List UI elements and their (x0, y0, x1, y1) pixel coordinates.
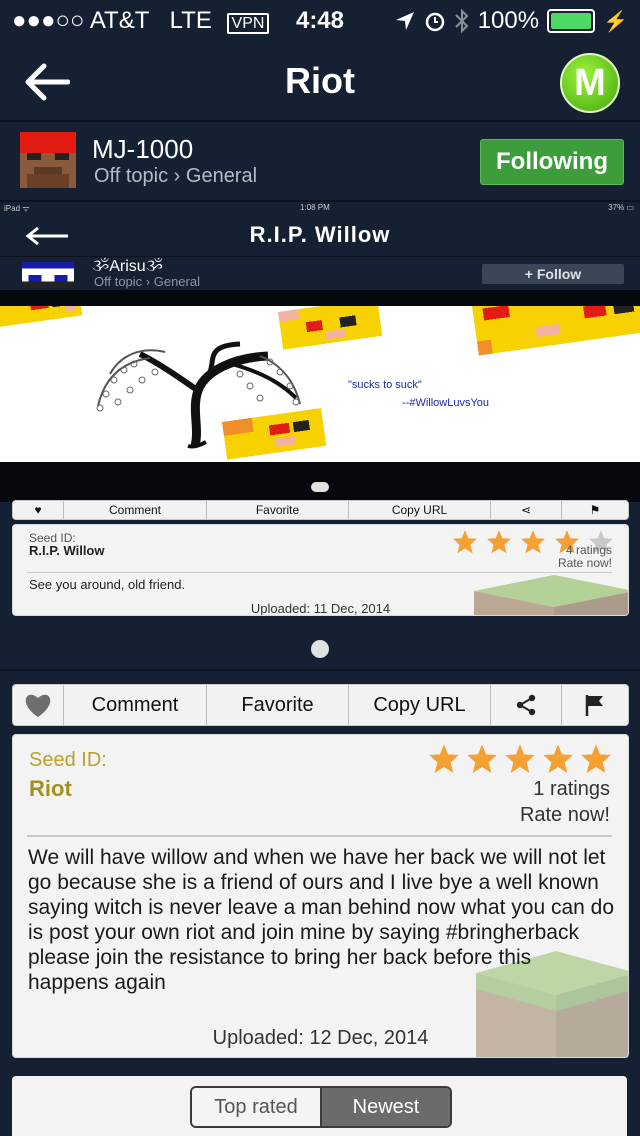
star-icon (521, 530, 545, 554)
embedded-grass-block-icon (474, 575, 628, 615)
seed-id-label: Seed ID: (29, 749, 107, 771)
top-rated-tab[interactable]: Top rated (192, 1088, 320, 1126)
willow-tree-graphic: "sucks to suck" --#WillowLuvsYou (0, 306, 640, 460)
divider (27, 572, 612, 573)
following-button[interactable]: Following (480, 139, 624, 185)
star-icon (581, 744, 611, 773)
battery-icon (547, 9, 596, 33)
post-author-row: MJ-1000 Off topic › General Following (0, 122, 640, 200)
share-button[interactable] (491, 685, 562, 725)
charging-icon: ⚡ (603, 10, 628, 33)
embedded-title: R.I.P. Willow (249, 222, 391, 247)
star-icon (453, 530, 477, 554)
breadcrumb[interactable]: Off topic › General (94, 165, 257, 188)
favorite-button[interactable]: Favorite (207, 685, 349, 725)
status-right: 100% ⚡ (394, 7, 628, 35)
divider (0, 669, 640, 671)
sort-segmented-control: Top rated Newest (190, 1086, 452, 1128)
seed-title: Riot (29, 776, 72, 801)
author-name[interactable]: MJ-1000 (92, 134, 193, 165)
image-caption-2: --#WillowLuvsYou (402, 397, 489, 409)
embedded-rate-now: Rate now! (557, 556, 612, 570)
status-bar: ●●●○○ AT&T LTE VPN 4:48 100% ⚡ (0, 0, 640, 40)
embedded-description: See you around, old friend. (29, 577, 186, 592)
embedded-screenshot: iPad ᯤ 1:08 PM 37% ▭ R.I.P. Willow ૐAris… (0, 202, 640, 628)
embedded-status-bar: iPad ᯤ 1:08 PM 37% ▭ (0, 202, 640, 214)
embedded-nav-bar: R.I.P. Willow (0, 214, 640, 256)
embedded-comment-button: Comment (64, 501, 207, 519)
star-icon (487, 530, 511, 554)
embedded-copy-url-button: Copy URL (349, 501, 491, 519)
embedded-battery: 37% ▭ (608, 203, 634, 212)
ratings-count: 1 ratings (533, 778, 610, 800)
embedded-seed-title: R.I.P. Willow (29, 543, 105, 558)
willow-image: "sucks to suck" --#WillowLuvsYou (0, 306, 640, 462)
action-toolbar: Comment Favorite Copy URL (12, 684, 629, 726)
seed-description: We will have willow and when we have her… (28, 846, 615, 994)
comment-button[interactable]: Comment (64, 685, 207, 725)
rate-now-link[interactable]: Rate now! (520, 804, 610, 827)
embedded-avatar (22, 262, 74, 288)
embedded-breadcrumb: Off topic › General (94, 274, 200, 289)
star-rating[interactable] (428, 743, 612, 775)
seed-card: Seed ID: Riot 1 ratings Rate now! We wil… (12, 734, 629, 1058)
copy-url-button[interactable]: Copy URL (349, 685, 491, 725)
pager-strip (0, 628, 640, 670)
newest-tab[interactable]: Newest (320, 1088, 450, 1126)
app-logo-icon[interactable]: M (560, 53, 620, 113)
embedded-share-icon: ⋖ (491, 501, 562, 519)
uploaded-date: Uploaded: 12 Dec, 2014 (212, 1027, 429, 1049)
avatar[interactable] (20, 132, 76, 188)
heart-icon (25, 694, 51, 717)
star-icon (543, 744, 573, 773)
embedded-author-row: ૐArisuૐ Off topic › General + Follow (0, 258, 640, 290)
embedded-time: 1:08 PM (300, 203, 330, 212)
bluetooth-icon (454, 8, 469, 34)
star-icon (429, 744, 459, 773)
embedded-flag-icon: ⚑ (589, 503, 601, 517)
embedded-ratings-count: 4 ratings (565, 543, 612, 557)
page-title: Riot (285, 60, 355, 101)
report-button[interactable] (562, 685, 628, 725)
star-icon (505, 744, 535, 773)
battery-percent: 100% (477, 7, 540, 34)
star-icon (467, 744, 497, 773)
image-caption-1: "sucks to suck" (348, 379, 422, 391)
embedded-favorite-button: Favorite (207, 501, 349, 519)
divider (0, 256, 640, 257)
embedded-follow-button: + Follow (482, 264, 624, 284)
embedded-device-label: iPad ᯤ (4, 204, 30, 213)
navigation-bar: Riot M (0, 40, 640, 120)
location-icon (395, 12, 414, 30)
flag-icon (585, 695, 603, 716)
embedded-page-indicator (311, 482, 329, 492)
share-icon (516, 694, 536, 716)
alarm-icon (425, 12, 444, 32)
page-indicator[interactable] (311, 640, 329, 658)
embedded-heart-icon: ♥ (13, 501, 64, 519)
like-button[interactable] (13, 685, 64, 725)
divider (0, 290, 640, 306)
divider (27, 835, 612, 837)
embedded-seed-card: Seed ID: R.I.P. Willow 4 ratings Rate no… (12, 524, 629, 616)
embedded-toolbar: ♥ Comment Favorite Copy URL ⋖ ⚑ (12, 500, 629, 520)
